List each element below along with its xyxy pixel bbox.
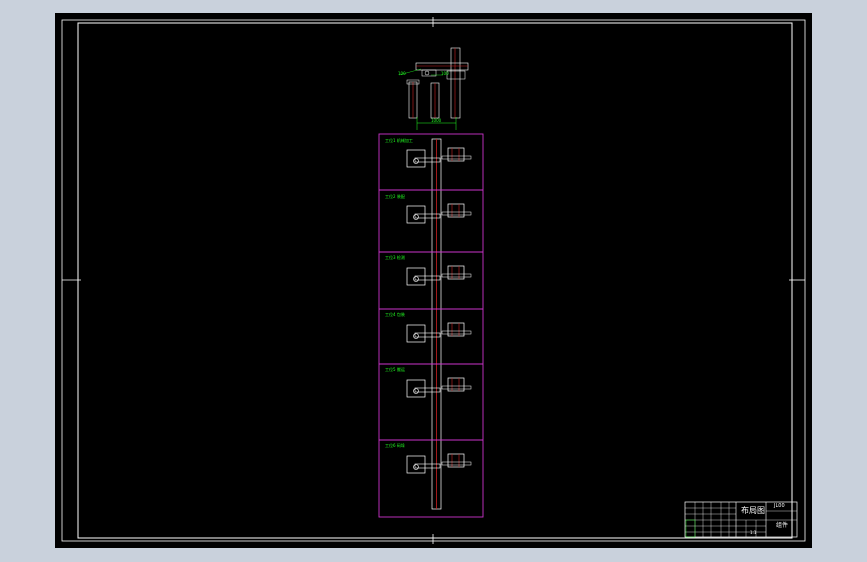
stage-label-2: 工位2 装配 (385, 194, 405, 199)
stage-label-6: 工位6 码垛 (385, 443, 405, 448)
scale-text: 1:1 (750, 530, 757, 535)
drawing-canvas (61, 17, 806, 544)
stage-label-5: 工位5 搬运 (385, 367, 405, 372)
workpiece (413, 333, 419, 339)
drawing-sheet: 1000 100 100 工位1 机械加工 工位2 装配 工位3 检测 工位4 … (55, 13, 812, 548)
robot-rail (441, 211, 472, 216)
outer-border (61, 19, 806, 542)
stage-label-3: 工位3 检测 (385, 255, 405, 260)
drawing-title: 布局图 (741, 506, 765, 515)
callout-left: 100 (398, 71, 406, 76)
workpiece (413, 214, 419, 220)
callout-right: 100 (441, 71, 449, 76)
stage-label-4: 工位4 包装 (385, 312, 405, 317)
drawing-number: JL00 (774, 503, 785, 509)
workpiece (413, 464, 419, 470)
dimension-text: 1000 (431, 118, 442, 123)
production-line (378, 133, 484, 518)
robot-rail (441, 273, 472, 278)
workpiece (413, 158, 419, 164)
workpiece (413, 388, 419, 394)
robot-rail (441, 385, 472, 390)
material-text: 组件 (776, 522, 789, 529)
robot-rail (441, 461, 472, 466)
stage-label-1: 工位1 机械加工 (385, 138, 413, 143)
robot-rail (441, 155, 472, 160)
line-frame (378, 133, 484, 518)
workpiece (413, 276, 419, 282)
robot-rail (441, 330, 472, 335)
